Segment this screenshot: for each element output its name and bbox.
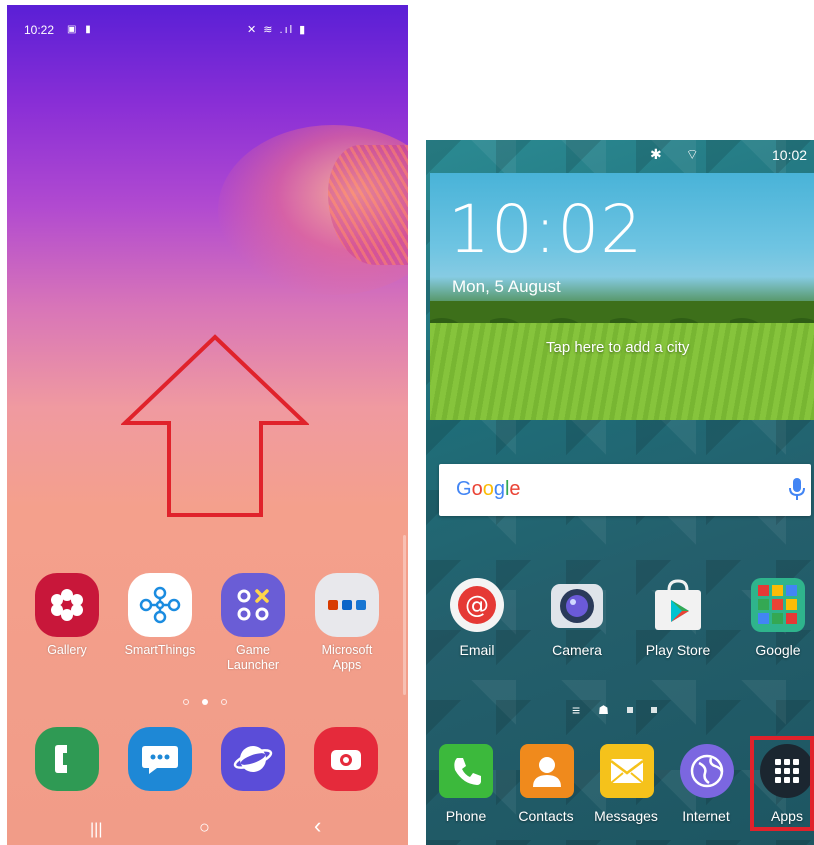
- contacts-icon: [533, 757, 561, 787]
- clock-weather-widget[interactable]: 10:02 Mon, 5 August Tap here to add a ci…: [430, 173, 814, 420]
- app-game-launcher[interactable]: Game Launcher: [213, 573, 293, 673]
- smartthings-icon: [128, 573, 192, 637]
- apps-button-highlight: [750, 736, 814, 831]
- page-indicator: [183, 699, 227, 705]
- add-city-hint[interactable]: Tap here to add a city: [546, 339, 689, 356]
- gallery-icon: [35, 573, 99, 637]
- microsoft-apps-folder-icon: [315, 573, 379, 637]
- dock-label: Contacts: [518, 808, 574, 824]
- google-logo: Google: [456, 478, 521, 500]
- camera-icon: [548, 576, 606, 634]
- swipe-up-arrow-icon: [121, 334, 309, 517]
- status-time: 10:22: [24, 23, 55, 37]
- nav-back-button[interactable]: ‹: [314, 813, 321, 839]
- dock-phone[interactable]: [439, 744, 493, 798]
- system-icons: ✕ ≋ .ıl ▮: [247, 24, 308, 36]
- messages-icon: [610, 759, 644, 784]
- dock-messages[interactable]: [128, 727, 192, 791]
- app-microsoft-apps-folder[interactable]: Microsoft Apps: [307, 573, 387, 673]
- app-label: Microsoft Apps: [321, 643, 373, 672]
- page-dot: [221, 699, 227, 705]
- google-folder-icon: [749, 576, 807, 634]
- app-label: Google: [755, 642, 801, 658]
- widget-field: [430, 323, 814, 420]
- phone-icon: [454, 758, 481, 785]
- nav-recents-button[interactable]: |||: [90, 821, 102, 839]
- app-label: Email: [459, 642, 495, 658]
- dock-internet[interactable]: [221, 727, 285, 791]
- page-indicator-active: ☗: [598, 703, 609, 717]
- app-google-folder[interactable]: Google: [736, 576, 814, 658]
- app-camera[interactable]: Camera: [535, 576, 619, 658]
- page-indicator: ≡ ☗: [572, 702, 657, 718]
- app-label: Play Store: [645, 642, 711, 658]
- app-email[interactable]: @ Email: [435, 576, 519, 658]
- widget-date: Mon, 5 August: [452, 277, 561, 296]
- edge-panel-handle[interactable]: [403, 535, 406, 695]
- messages-icon: [142, 746, 178, 774]
- app-smartthings[interactable]: SmartThings: [120, 573, 200, 658]
- dock-phone[interactable]: [35, 727, 99, 791]
- dock-internet[interactable]: [680, 744, 734, 798]
- dock-messages[interactable]: [600, 744, 654, 798]
- status-bar: ✱ ⌔ 10:02: [426, 140, 814, 168]
- camera-icon: [331, 750, 361, 770]
- app-label: Game Launcher: [226, 643, 280, 672]
- page-dot: [183, 699, 189, 705]
- dock-contacts[interactable]: [520, 744, 574, 798]
- dock-camera[interactable]: [314, 727, 378, 791]
- dock-label: Internet: [682, 808, 730, 824]
- app-play-store[interactable]: Play Store: [636, 576, 720, 658]
- app-label: Gallery: [47, 643, 87, 657]
- svg-text:@: @: [465, 591, 489, 619]
- play-store-icon: [649, 576, 707, 634]
- game-launcher-icon: [221, 573, 285, 637]
- widget-clock: 10:02: [448, 191, 644, 268]
- dock-label: Messages: [594, 808, 658, 824]
- email-icon: @: [448, 576, 506, 634]
- left-phone-home-screen: 10:22 ▣ ▮ ✕ ≋ .ıl ▮ Gallery SmartThings …: [7, 5, 408, 845]
- dock-label: Phone: [445, 808, 487, 824]
- internet-icon: [233, 746, 273, 772]
- app-label: SmartThings: [124, 643, 196, 657]
- internet-icon: [690, 754, 724, 788]
- app-gallery[interactable]: Gallery: [27, 573, 107, 658]
- microphone-icon[interactable]: [789, 476, 805, 502]
- phone-icon: [55, 745, 67, 773]
- status-time: 10:02: [772, 147, 808, 163]
- notification-icons: ▣ ▮: [67, 24, 94, 35]
- comparison-screenshot: 10:22 ▣ ▮ ✕ ≋ .ıl ▮ Gallery SmartThings …: [0, 0, 814, 845]
- status-bar: 10:22 ▣ ▮ ✕ ≋ .ıl ▮: [7, 5, 408, 49]
- google-search-bar[interactable]: Google: [439, 464, 811, 516]
- app-label: Camera: [552, 642, 602, 658]
- page-dot: [650, 707, 657, 713]
- page-indicator-home: ≡: [572, 702, 581, 718]
- nav-home-button[interactable]: ○: [199, 817, 210, 838]
- system-icons: ✱ ⌔: [650, 146, 709, 162]
- page-dot: [626, 707, 633, 713]
- page-dot-active: [202, 699, 208, 705]
